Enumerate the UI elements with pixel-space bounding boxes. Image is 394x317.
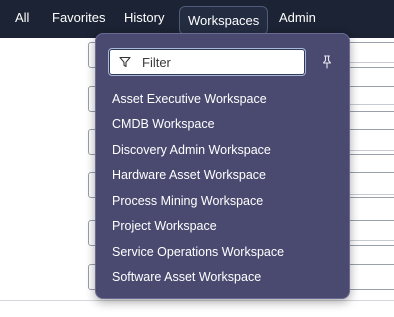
pin-icon[interactable] — [321, 55, 333, 69]
background-divider — [348, 104, 394, 105]
background-divider — [348, 150, 394, 151]
filter-input[interactable] — [142, 52, 300, 72]
workspaces-dropdown-menu: Asset Executive Workspace CMDB Workspace… — [95, 33, 350, 299]
menu-item-software-asset-workspace[interactable]: Software Asset Workspace — [112, 267, 261, 287]
menu-item-project-workspace[interactable]: Project Workspace — [112, 216, 217, 236]
tab-favorites[interactable]: Favorites — [52, 0, 105, 36]
tab-workspaces[interactable]: Workspaces — [179, 6, 269, 35]
filter-icon — [119, 56, 131, 68]
background-divider — [348, 62, 394, 63]
menu-item-cmdb-workspace[interactable]: CMDB Workspace — [112, 114, 215, 134]
tab-all[interactable]: All — [15, 0, 29, 36]
background-divider — [348, 194, 394, 195]
menu-item-service-operations-workspace[interactable]: Service Operations Workspace — [112, 242, 284, 262]
menu-item-hardware-asset-workspace[interactable]: Hardware Asset Workspace — [112, 165, 266, 185]
menu-item-process-mining-workspace[interactable]: Process Mining Workspace — [112, 191, 263, 211]
background-divider — [348, 240, 394, 241]
tab-admin[interactable]: Admin — [279, 0, 316, 36]
menu-item-asset-executive-workspace[interactable]: Asset Executive Workspace — [112, 89, 267, 109]
menu-item-discovery-admin-workspace[interactable]: Discovery Admin Workspace — [112, 140, 271, 160]
filter-field[interactable] — [109, 49, 305, 75]
tab-history[interactable]: History — [124, 0, 164, 36]
page-divider — [0, 300, 394, 301]
